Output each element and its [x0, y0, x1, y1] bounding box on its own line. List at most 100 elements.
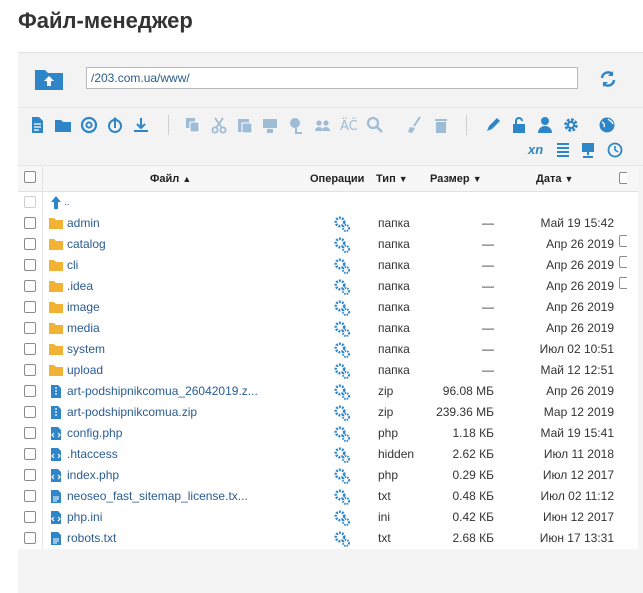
file-name-link[interactable]: neoseo_fast_sitemap_license.tx... [67, 489, 248, 503]
globe-icon[interactable] [598, 116, 616, 134]
row-checkbox[interactable] [24, 259, 36, 271]
side-panel-checkbox[interactable] [619, 256, 627, 268]
list-icon[interactable] [554, 141, 572, 159]
operations-gear-icon[interactable] [334, 321, 350, 337]
table-row[interactable]: .idea папка — Апр 26 2019 [18, 276, 638, 297]
file-name-link[interactable]: art-podshipnikcomua.zip [67, 405, 197, 419]
up-arrow-icon[interactable] [48, 195, 64, 209]
table-row[interactable]: neoseo_fast_sitemap_license.tx... txt 0.… [18, 486, 638, 507]
operations-gear-icon[interactable] [334, 510, 350, 526]
search-icon[interactable] [366, 116, 384, 134]
file-name-link[interactable]: .idea [67, 279, 93, 293]
upload-icon[interactable] [106, 116, 124, 134]
file-name-link[interactable]: art-podshipnikcomua_26042019.z... [67, 384, 258, 398]
archive-icon[interactable] [262, 116, 280, 134]
gear-icon[interactable] [562, 116, 580, 134]
file-name-link[interactable]: cli [67, 258, 78, 272]
row-checkbox[interactable] [24, 322, 36, 334]
table-row[interactable]: system папка — Июл 02 10:51 [18, 339, 638, 360]
table-row[interactable]: cli папка — Апр 26 2019 [18, 255, 638, 276]
paste-icon[interactable] [236, 116, 254, 134]
folder-icon[interactable] [54, 116, 72, 134]
row-checkbox[interactable] [24, 532, 36, 544]
table-row[interactable]: art-podshipnikcomua.zip zip 239.36 МБ Ма… [18, 402, 638, 423]
file-name-link[interactable]: admin [67, 216, 100, 230]
parent-dir-label[interactable]: .. [64, 197, 70, 208]
file-name-link[interactable]: catalog [67, 237, 106, 251]
table-row[interactable]: art-podshipnikcomua_26042019.z... zip 96… [18, 381, 638, 402]
file-icon[interactable] [28, 116, 46, 134]
parent-dir-row[interactable]: .. [18, 192, 638, 213]
table-row[interactable]: robots.txt txt 2.68 КБ Июн 17 13:31 [18, 528, 638, 549]
row-checkbox[interactable] [24, 280, 36, 292]
operations-gear-icon[interactable] [334, 258, 350, 274]
row-checkbox[interactable] [24, 343, 36, 355]
file-name-link[interactable]: robots.txt [67, 531, 116, 545]
row-checkbox[interactable] [24, 469, 36, 481]
rename-icon[interactable]: ÄČ [340, 116, 358, 134]
row-checkbox[interactable] [24, 427, 36, 439]
row-checkbox[interactable] [24, 301, 36, 313]
side-panel-checkbox[interactable] [619, 235, 627, 247]
file-name-link[interactable]: image [67, 300, 100, 314]
header-date[interactable]: Дата ▼ [536, 173, 573, 185]
side-panel-checkbox[interactable] [619, 172, 627, 184]
table-row[interactable]: media папка — Апр 26 2019 [18, 318, 638, 339]
file-name-link[interactable]: config.php [67, 426, 122, 440]
unlock-icon[interactable] [510, 116, 528, 134]
file-name-link[interactable]: media [67, 321, 100, 335]
table-row[interactable]: image папка — Апр 26 2019 [18, 297, 638, 318]
history-icon[interactable] [605, 141, 623, 159]
operations-gear-icon[interactable] [334, 384, 350, 400]
at-icon[interactable] [80, 116, 98, 134]
row-checkbox[interactable] [24, 385, 36, 397]
table-row[interactable]: .htaccess hidden 2.62 КБ Июл 11 2018 [18, 444, 638, 465]
operations-gear-icon[interactable] [334, 405, 350, 421]
operations-gear-icon[interactable] [334, 426, 350, 442]
row-checkbox[interactable] [24, 511, 36, 523]
operations-gear-icon[interactable] [334, 468, 350, 484]
header-size[interactable]: Размер ▼ [430, 173, 482, 185]
clean-icon[interactable] [406, 116, 424, 134]
edit-icon[interactable] [484, 116, 502, 134]
file-name-link[interactable]: php.ini [67, 510, 102, 524]
operations-gear-icon[interactable] [334, 363, 350, 379]
monitor-icon[interactable] [579, 141, 597, 159]
table-row[interactable]: admin папка — Май 19 15:42 [18, 213, 638, 234]
trash-icon[interactable] [432, 116, 450, 134]
select-all-checkbox[interactable] [24, 171, 36, 183]
row-checkbox[interactable] [24, 364, 36, 376]
operations-gear-icon[interactable] [334, 531, 350, 547]
table-row[interactable]: php.ini ini 0.42 КБ Июн 12 2017 [18, 507, 638, 528]
operations-gear-icon[interactable] [334, 342, 350, 358]
operations-gear-icon[interactable] [334, 216, 350, 232]
refresh-icon[interactable] [598, 69, 618, 89]
copy-icon[interactable] [184, 116, 202, 134]
user-icon[interactable] [536, 116, 554, 134]
file-name-link[interactable]: index.php [67, 468, 119, 482]
table-row[interactable]: upload папка — Май 12 12:51 [18, 360, 638, 381]
row-checkbox[interactable] [24, 217, 36, 229]
operations-gear-icon[interactable] [334, 489, 350, 505]
side-panel-checkbox[interactable] [619, 277, 627, 289]
header-type[interactable]: Тип ▼ [376, 173, 408, 185]
row-checkbox[interactable] [24, 448, 36, 460]
row-checkbox[interactable] [24, 406, 36, 418]
operations-gear-icon[interactable] [334, 279, 350, 295]
file-name-link[interactable]: upload [67, 363, 103, 377]
download-icon[interactable] [132, 116, 150, 134]
header-name[interactable]: Файл ▲ [150, 173, 191, 185]
table-row[interactable]: config.php php 1.18 КБ Май 19 15:41 [18, 423, 638, 444]
row-checkbox[interactable] [24, 238, 36, 250]
operations-gear-icon[interactable] [334, 300, 350, 316]
cut-icon[interactable] [210, 116, 228, 134]
path-input[interactable] [86, 67, 578, 89]
row-checkbox[interactable] [24, 490, 36, 502]
file-name-link[interactable]: system [67, 342, 105, 356]
table-row[interactable]: catalog папка — Апр 26 2019 [18, 234, 638, 255]
users-icon[interactable] [314, 116, 332, 134]
file-name-link[interactable]: .htaccess [67, 447, 118, 461]
extract-icon[interactable] [288, 116, 306, 134]
table-row[interactable]: index.php php 0.29 КБ Июл 12 2017 [18, 465, 638, 486]
operations-gear-icon[interactable] [334, 237, 350, 253]
